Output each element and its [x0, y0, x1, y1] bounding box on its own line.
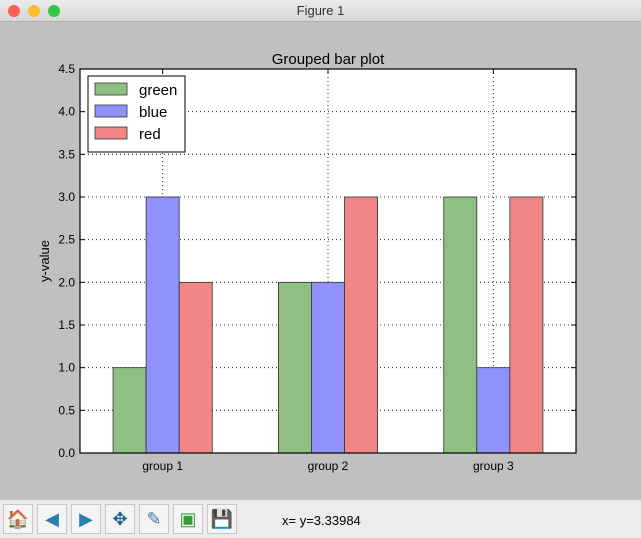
bar-red [178, 281, 213, 454]
y-tick-label: 4.0 [58, 105, 75, 119]
back-arrow-icon: ◀ [45, 508, 59, 529]
pan-move-icon: ✥ [112, 508, 128, 529]
x-tick-label: group 2 [308, 459, 349, 473]
forward-arrow-button[interactable]: ▶ [71, 504, 101, 534]
bar-blue [311, 281, 345, 454]
chart-title: Grouped bar plot [272, 51, 385, 68]
home-icon: 🏠 [6, 508, 30, 529]
y-tick-label: 0.0 [58, 446, 75, 460]
bar-green [443, 196, 478, 454]
y-tick-label: 2.0 [58, 275, 75, 289]
y-tick-label: 4.5 [58, 62, 75, 76]
y-tick-label: 1.0 [58, 361, 75, 375]
legend-label-green: green [139, 82, 177, 99]
save-floppy-button[interactable]: 💾 [207, 504, 237, 534]
window-titlebar: Figure 1 [0, 0, 641, 22]
bar-blue [145, 196, 180, 454]
y-tick-label: 2.5 [58, 233, 75, 247]
legend-label-blue: blue [139, 104, 167, 121]
x-tick-label: group 3 [473, 459, 514, 473]
y-tick-label: 0.5 [58, 403, 75, 417]
save-floppy-icon: 💾 [210, 508, 234, 529]
y-tick-label: 3.5 [58, 147, 75, 161]
back-arrow-button[interactable]: ◀ [37, 504, 67, 534]
zoom-rect-icon: ✎ [146, 508, 162, 529]
bar-blue [476, 367, 511, 454]
legend-label-red: red [139, 126, 161, 143]
bar-green [277, 281, 312, 454]
legend-swatch-blue [94, 104, 128, 118]
y-tick-label: 3.0 [58, 190, 75, 204]
forward-arrow-icon: ▶ [79, 508, 93, 529]
window-title: Figure 1 [296, 3, 345, 18]
legend-swatch-red [94, 126, 128, 140]
subplots-configure-icon: ▣ [179, 508, 197, 529]
home-button[interactable]: 🏠 [3, 504, 33, 534]
subplots-configure-button[interactable]: ▣ [173, 504, 203, 534]
x-tick-label: group 1 [142, 459, 183, 473]
figure-canvas: 0.0 0.5 1.0 1.5 2.0 2.5 3.0 3.5 4.0 4.5 group 1 gro… [37, 51, 577, 473]
bar-red [344, 196, 378, 454]
bar-red [509, 196, 544, 454]
y-tick-label: 1.5 [58, 318, 75, 332]
y-axis-label: y-value [37, 240, 52, 282]
bar-green [112, 367, 147, 454]
legend-swatch-green [94, 82, 128, 96]
pan-move-button[interactable]: ✥ [105, 504, 135, 534]
zoom-rect-button[interactable]: ✎ [139, 504, 169, 534]
coordinate-readout: x= y=3.33984 [282, 513, 361, 528]
